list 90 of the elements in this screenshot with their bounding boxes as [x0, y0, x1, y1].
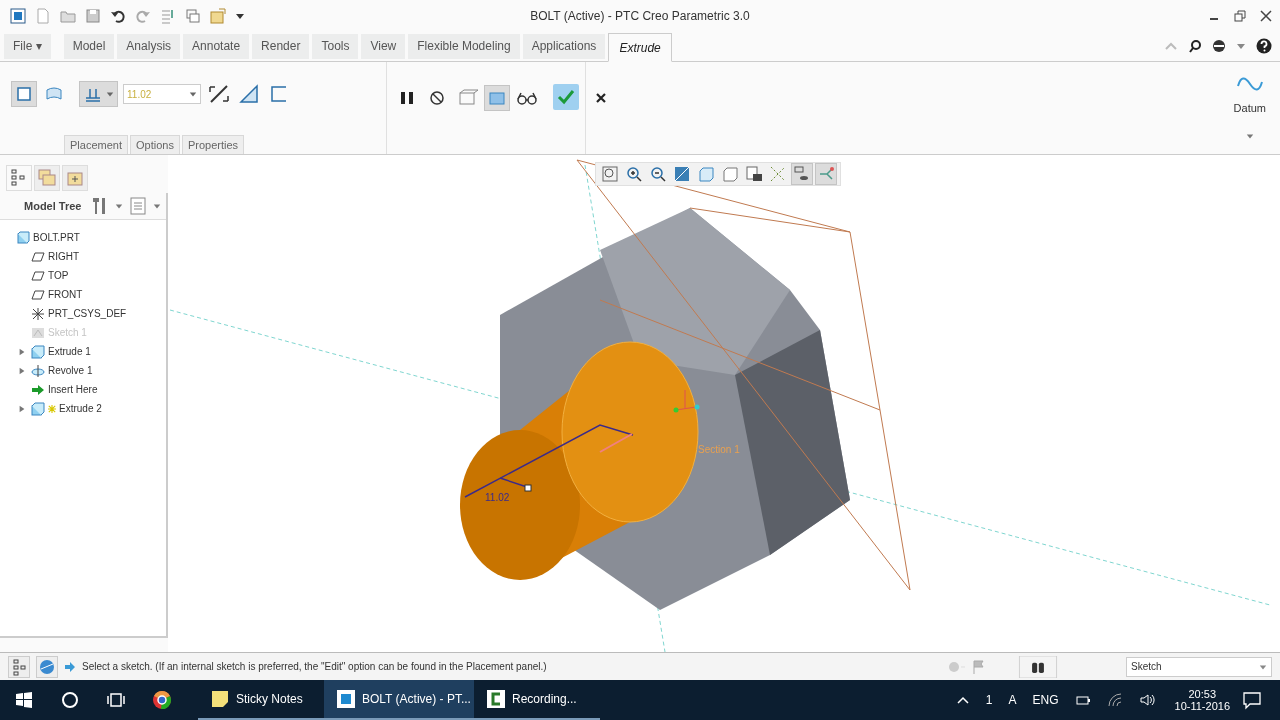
restore-icon[interactable] — [1234, 9, 1246, 22]
window-title: BOLT (Active) - PTC Creo Parametric 3.0 — [530, 8, 750, 23]
remove-material-icon[interactable] — [237, 82, 261, 106]
tree-item[interactable]: Revolve 1 — [48, 365, 93, 376]
tree-item[interactable]: RIGHT — [48, 251, 80, 262]
expand-arrow-icon[interactable] — [18, 366, 26, 375]
app-icon[interactable] — [10, 7, 26, 24]
tree-item[interactable]: Insert Here — [48, 384, 98, 395]
start-icon[interactable] — [14, 690, 34, 710]
message-arrow-icon — [64, 660, 76, 673]
windows-icon[interactable] — [185, 7, 201, 24]
expand-arrow-icon[interactable] — [18, 347, 26, 356]
tree-item[interactable]: PRT_CSYS_DEF — [48, 308, 127, 319]
depth-option-button[interactable] — [80, 82, 117, 106]
tree-toggle-icon[interactable] — [8, 655, 30, 678]
arrow-icon — [31, 382, 45, 397]
ribbon-tab[interactable]: Tools — [312, 34, 359, 59]
datum-label[interactable]: Datum — [1233, 102, 1266, 114]
view-manager-icon[interactable] — [744, 164, 764, 184]
repaint-icon[interactable] — [672, 164, 692, 184]
spin-center-icon[interactable] — [816, 164, 836, 184]
dashboard-tab[interactable]: Properties — [181, 135, 245, 154]
extrude-icon — [31, 401, 45, 416]
ribbon-tab[interactable]: File ▾ — [4, 34, 51, 59]
help-icon[interactable] — [1256, 38, 1272, 54]
zoom-out-icon[interactable] — [648, 164, 668, 184]
coordinate-system-icon — [31, 306, 45, 321]
expand-arrow-icon[interactable] — [18, 404, 26, 413]
revolve-icon — [31, 363, 45, 378]
task-view-icon[interactable] — [106, 690, 126, 710]
ribbon-tab[interactable]: Annotate — [183, 34, 250, 59]
tree-item[interactable]: TOP — [48, 270, 69, 281]
regenerate-icon[interactable] — [160, 7, 176, 24]
ribbon-tab[interactable]: Applications — [522, 34, 606, 59]
caret-icon — [1259, 662, 1267, 671]
ok-button-icon[interactable] — [553, 84, 579, 110]
volume-icon[interactable] — [1138, 692, 1155, 708]
dashboard-tab[interactable]: Placement — [64, 135, 128, 154]
datum-plane-icon — [31, 287, 45, 302]
ribbon-tab[interactable]: View — [361, 34, 406, 59]
browser-toggle-icon[interactable] — [36, 655, 58, 678]
clock-time[interactable]: 20:53 — [1188, 688, 1217, 700]
ribbon-tab[interactable]: Model — [63, 34, 115, 59]
ribbon-tab[interactable]: Extrude — [608, 33, 672, 62]
sketch-icon — [31, 325, 45, 340]
favorites-tab-icon[interactable] — [62, 165, 88, 191]
wifi-icon[interactable] — [1106, 692, 1123, 708]
annotation-display-icon[interactable] — [792, 164, 812, 184]
save-icon[interactable] — [85, 7, 101, 24]
datum-plane-icon — [31, 268, 45, 283]
tray-label[interactable]: A — [1008, 693, 1017, 707]
clock-date[interactable]: 10-11-2016 — [1174, 700, 1230, 712]
refit-icon[interactable] — [600, 164, 620, 184]
caret-icon[interactable] — [1236, 41, 1246, 51]
close-icon[interactable] — [1260, 9, 1272, 22]
section-label: Section 1 — [698, 444, 740, 455]
part-icon — [16, 230, 30, 245]
caret-icon — [189, 90, 197, 98]
new-feature-icon — [48, 404, 56, 413]
ribbon-tab[interactable]: Analysis — [117, 34, 181, 59]
ribbon-tab[interactable]: Render — [252, 34, 310, 59]
tree-item[interactable]: FRONT — [48, 289, 83, 300]
taskbar-button[interactable]: Recording... — [474, 680, 600, 720]
dashboard-tab[interactable]: Options — [130, 135, 180, 154]
tray-label[interactable]: 1 — [985, 693, 993, 707]
model-tree-title: Model Tree — [24, 200, 82, 212]
solid-icon[interactable] — [12, 82, 36, 106]
taskbar-button[interactable]: BOLT (Active) - PT... — [324, 680, 474, 720]
browser-icon[interactable] — [152, 690, 172, 710]
tray-label[interactable]: ENG — [1032, 693, 1059, 707]
datum-plane-icon — [31, 249, 45, 264]
search-icon[interactable] — [1188, 39, 1202, 53]
caret-icon[interactable] — [1245, 132, 1254, 140]
app-icon — [336, 689, 356, 709]
recorder-icon — [486, 689, 506, 709]
status-message: Select a sketch. (If an internal sketch is preferred, the "Edit" option can be found in the Placement panel.) — [82, 661, 547, 672]
caret-icon[interactable] — [153, 202, 162, 210]
extrude-icon — [31, 344, 45, 359]
caret-icon[interactable] — [115, 202, 124, 210]
notifications-icon[interactable] — [1242, 690, 1262, 710]
note-icon — [210, 689, 230, 709]
tree-item[interactable]: BOLT.PRT — [33, 232, 80, 243]
caret-icon — [106, 90, 114, 98]
ribbon-tab[interactable]: Flexible Modeling — [408, 34, 520, 59]
selection-filter[interactable]: Sketch — [1126, 656, 1272, 677]
zoom-in-icon[interactable] — [624, 164, 644, 184]
search-icon[interactable] — [60, 690, 80, 710]
tree-item[interactable]: Extrude 1 — [48, 346, 91, 357]
tree-item[interactable]: Extrude 2 — [59, 403, 102, 414]
tree-tab-icon[interactable] — [6, 165, 32, 191]
